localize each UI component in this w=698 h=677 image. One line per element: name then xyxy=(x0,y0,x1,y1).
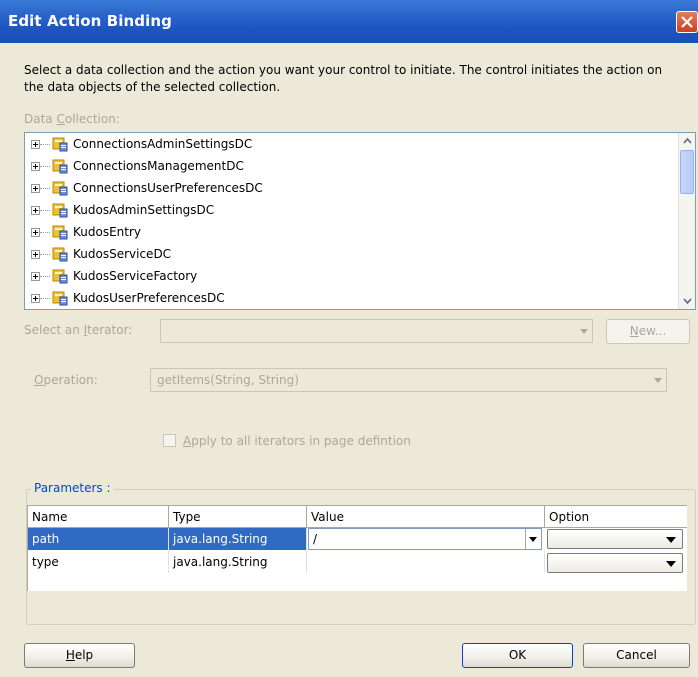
tree-item[interactable]: KudosAdminSettingsDC xyxy=(25,199,675,223)
param-type-cell[interactable]: java.lang.String xyxy=(169,528,307,550)
tree-item-label: ConnectionsUserPreferencesDC xyxy=(73,181,263,195)
param-value-cell[interactable] xyxy=(307,551,545,573)
parameters-title: Parameters : xyxy=(31,481,114,495)
tree-item-label: KudosAdminSettingsDC xyxy=(73,203,215,217)
expand-icon[interactable] xyxy=(31,184,40,193)
tree-item[interactable]: ConnectionsAdminSettingsDC xyxy=(25,133,675,157)
expand-icon[interactable] xyxy=(31,162,40,171)
column-header-value[interactable]: Value xyxy=(307,506,545,528)
data-control-icon xyxy=(52,180,68,196)
data-control-icon xyxy=(52,158,68,174)
dialog-title: Edit Action Binding xyxy=(8,12,172,30)
data-control-icon xyxy=(52,202,68,218)
column-header-name[interactable]: Name xyxy=(28,506,169,528)
data-control-icon xyxy=(52,290,68,306)
param-option-select[interactable] xyxy=(547,553,683,573)
data-control-icon xyxy=(52,246,68,262)
chevron-down-icon[interactable] xyxy=(525,529,541,549)
tree-scrollbar[interactable] xyxy=(678,133,695,309)
data-collection-tree[interactable]: ConnectionsAdminSettingsDC ConnectionsMan… xyxy=(24,132,696,310)
tree-item-label: KudosEntry xyxy=(73,225,142,239)
scroll-thumb[interactable] xyxy=(680,150,694,194)
tree-item[interactable]: KudosUserPreferencesDC xyxy=(25,287,675,309)
iterator-label: Select an Iterator: xyxy=(24,323,133,337)
param-type-cell[interactable]: java.lang.String xyxy=(169,551,307,573)
data-control-icon xyxy=(52,224,68,240)
scroll-down-icon[interactable] xyxy=(680,292,695,309)
cancel-button[interactable]: Cancel xyxy=(583,643,690,668)
tree-item[interactable]: KudosServiceFactory xyxy=(25,265,675,289)
expand-icon[interactable] xyxy=(31,206,40,215)
param-name-cell[interactable]: path xyxy=(28,528,169,550)
operation-label: Operation: xyxy=(34,373,98,387)
param-value-select[interactable]: / xyxy=(308,528,542,550)
param-option-select[interactable] xyxy=(547,529,683,549)
iterator-select[interactable] xyxy=(160,319,593,343)
chevron-down-icon xyxy=(580,329,588,334)
ok-button[interactable]: OK xyxy=(462,643,573,668)
expand-icon[interactable] xyxy=(31,294,40,303)
column-header-option[interactable]: Option xyxy=(545,506,687,528)
title-bar[interactable]: Edit Action Binding xyxy=(0,0,698,43)
instructions-text: Select a data collection and the action … xyxy=(24,63,663,94)
column-header-type[interactable]: Type xyxy=(169,506,307,528)
tree-item-label: KudosUserPreferencesDC xyxy=(73,291,225,305)
help-button[interactable]: Help xyxy=(24,643,135,668)
chevron-down-icon xyxy=(654,378,662,383)
tree-item-label: KudosServiceFactory xyxy=(73,269,198,283)
tree-item[interactable]: ConnectionsUserPreferencesDC xyxy=(25,177,675,201)
expand-icon[interactable] xyxy=(31,250,40,259)
expand-icon[interactable] xyxy=(31,228,40,237)
new-iterator-button[interactable]: New... xyxy=(606,319,690,344)
expand-icon[interactable] xyxy=(31,140,40,149)
operation-select[interactable]: getItems(String, String) xyxy=(150,368,667,392)
close-icon xyxy=(681,16,693,28)
tree-item[interactable]: KudosEntry xyxy=(25,221,675,245)
tree-item-label: ConnectionsManagementDC xyxy=(73,159,244,173)
param-name-cell[interactable]: type xyxy=(28,551,169,573)
data-collection-label: Data Collection: xyxy=(24,112,120,126)
tree-item[interactable]: ConnectionsManagementDC xyxy=(25,155,675,179)
data-control-icon xyxy=(52,268,68,284)
edit-action-binding-dialog: Edit Action Binding Select a data collec… xyxy=(0,0,698,677)
tree-item[interactable]: KudosServiceDC xyxy=(25,243,675,267)
apply-all-checkbox[interactable] xyxy=(163,434,176,447)
data-control-icon xyxy=(52,136,68,152)
tree-item-label: ConnectionsAdminSettingsDC xyxy=(73,137,253,151)
apply-all-label: Apply to all iterators in page defintion xyxy=(183,434,411,448)
expand-icon[interactable] xyxy=(31,272,40,281)
close-button[interactable] xyxy=(676,11,698,33)
tree-item-label: KudosServiceDC xyxy=(73,247,172,261)
scroll-up-icon[interactable] xyxy=(680,133,695,150)
parameters-table: Name Type Value Option path java.lang.St… xyxy=(27,505,687,591)
